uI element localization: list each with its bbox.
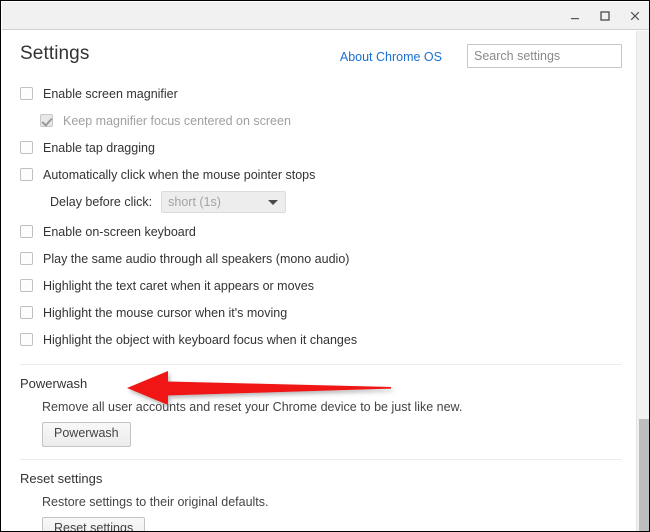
- option-label: Keep magnifier focus centered on screen: [63, 114, 291, 128]
- window-titlebar: [2, 2, 650, 30]
- settings-window: Settings Enable ChromeVox (spoken feedba…: [0, 0, 650, 532]
- close-icon: [628, 9, 642, 23]
- option-label: Enable on-screen keyboard: [43, 225, 196, 239]
- maximize-icon: [598, 9, 612, 23]
- checkbox-mono-audio[interactable]: [20, 252, 33, 265]
- powerwash-button[interactable]: Powerwash: [42, 422, 131, 447]
- minimize-button[interactable]: [560, 3, 590, 29]
- section-divider-powerwash: [20, 364, 622, 365]
- option-row-enable-on-screen-keyboard[interactable]: Enable on-screen keyboard: [20, 219, 622, 244]
- maximize-button[interactable]: [590, 3, 620, 29]
- accessibility-options-group-1: Enable screen magnifier Keep magnifier f…: [20, 81, 622, 187]
- powerwash-title: Powerwash: [20, 376, 622, 391]
- option-row-highlight-mouse-cursor[interactable]: Highlight the mouse cursor when it's mov…: [20, 300, 622, 325]
- option-label: Highlight the text caret when it appears…: [43, 279, 314, 293]
- delay-before-click-select: short (1s): [161, 191, 286, 213]
- option-row-automatically-click[interactable]: Automatically click when the mouse point…: [20, 162, 622, 187]
- checkbox-highlight-text-caret[interactable]: [20, 279, 33, 292]
- settings-content: Settings Enable ChromeVox (spoken feedba…: [2, 31, 636, 532]
- reset-settings-button[interactable]: Reset settings: [42, 517, 145, 532]
- checkbox-highlight-keyboard-focus[interactable]: [20, 333, 33, 346]
- option-row-enable-tap-dragging[interactable]: Enable tap dragging: [20, 135, 622, 160]
- checkbox-enable-on-screen-keyboard[interactable]: [20, 225, 33, 238]
- close-button[interactable]: [620, 3, 650, 29]
- delay-before-click-value: short (1s): [168, 195, 221, 209]
- checkbox-highlight-mouse-cursor[interactable]: [20, 306, 33, 319]
- reset-settings-button-wrap: Reset settings: [20, 517, 622, 532]
- reset-settings-title: Reset settings: [20, 471, 622, 486]
- option-row-highlight-keyboard-focus[interactable]: Highlight the object with keyboard focus…: [20, 327, 622, 352]
- option-row-enable-screen-magnifier[interactable]: Enable screen magnifier: [20, 81, 622, 106]
- option-label: Highlight the object with keyboard focus…: [43, 333, 357, 347]
- powerwash-section: Powerwash Remove all user accounts and r…: [20, 376, 622, 447]
- settings-page: Settings Enable ChromeVox (spoken feedba…: [2, 31, 650, 532]
- search-input[interactable]: [467, 44, 622, 68]
- delay-before-click-label: Delay before click:: [50, 195, 152, 209]
- page-title: Settings: [20, 43, 89, 65]
- option-label: Play the same audio through all speakers…: [43, 252, 349, 266]
- vertical-scrollbar[interactable]: [636, 31, 650, 532]
- option-label: Highlight the mouse cursor when it's mov…: [43, 306, 287, 320]
- option-label: Enable tap dragging: [43, 141, 155, 155]
- accessibility-options-group-2: Enable on-screen keyboard Play the same …: [20, 219, 622, 352]
- option-row-mono-audio[interactable]: Play the same audio through all speakers…: [20, 246, 622, 271]
- settings-header: Settings Enable ChromeVox (spoken feedba…: [20, 41, 622, 79]
- reset-settings-section: Reset settings Restore settings to their…: [20, 471, 622, 532]
- option-row-highlight-text-caret[interactable]: Highlight the text caret when it appears…: [20, 273, 622, 298]
- about-chrome-os-link[interactable]: About Chrome OS: [340, 50, 442, 64]
- powerwash-button-wrap: Powerwash: [20, 422, 622, 447]
- scrolled-ghost-row: Enable ChromeVox (spoken feedback): [76, 50, 290, 64]
- minimize-icon: [568, 9, 582, 23]
- scrollbar-thumb[interactable]: [639, 419, 649, 532]
- checkbox-enable-tap-dragging[interactable]: [20, 141, 33, 154]
- option-row-keep-magnifier-focus-centered: Keep magnifier focus centered on screen: [20, 108, 622, 133]
- checkbox-enable-screen-magnifier[interactable]: [20, 87, 33, 100]
- section-divider-reset: [20, 459, 622, 460]
- option-label: Enable screen magnifier: [43, 87, 178, 101]
- option-label: Automatically click when the mouse point…: [43, 168, 315, 182]
- checkbox-keep-magnifier-focus-centered: [40, 114, 53, 127]
- reset-settings-description: Restore settings to their original defau…: [20, 495, 622, 509]
- delay-before-click-row: Delay before click: short (1s): [20, 189, 622, 215]
- checkbox-automatically-click[interactable]: [20, 168, 33, 181]
- powerwash-description: Remove all user accounts and reset your …: [20, 400, 622, 414]
- chevron-down-icon: [268, 200, 278, 205]
